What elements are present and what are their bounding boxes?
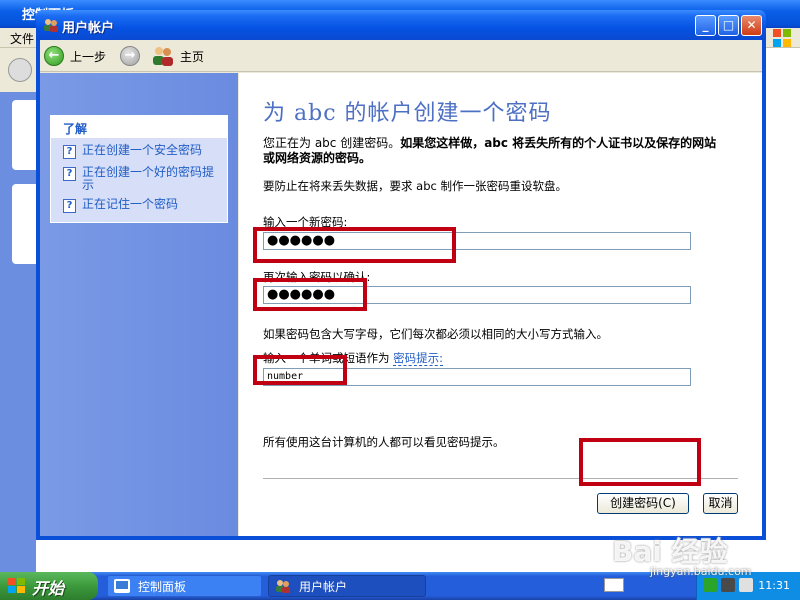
windows-logo-icon [8,578,25,593]
learn-link-label: 正在创建一个安全密码 [82,143,203,157]
help-icon: ? [63,199,76,213]
windows-logo-icon [773,29,791,47]
vm-icon[interactable] [721,578,735,592]
intro-text: 您正在为 abc 创建密码。如果您这样做，abc 将丢失所有的个人证书以及保存的… [263,136,723,166]
intro-prefix: 您正在为 abc 创建密码。 [263,136,401,150]
password-hint-link[interactable]: 密码提示: [393,351,444,366]
tray-icons [703,578,753,594]
control-panel-icon [114,579,130,593]
background-right-area [762,48,800,572]
window-titlebar[interactable]: 用户帐户 _ □ ✕ [36,10,766,40]
learn-link-label: 正在创建一个好的密码提示 [82,165,215,192]
taskbar-item-control-panel[interactable]: 控制面板 [107,575,262,597]
case-sensitivity-note: 如果密码包含大写字母，它们每次都必须以相同的大小写方式输入。 [263,327,608,341]
learn-link-good-hint[interactable]: ? 正在创建一个好的密码提示 [63,166,223,192]
task-pane: 了解 ? 正在创建一个安全密码 ? 正在创建一个好的密码提示 ? 正在记住一个密… [40,73,238,536]
home-button[interactable]: 主页 [152,45,204,67]
user-accounts-icon [44,19,58,32]
highlight-password-hint [253,355,347,385]
navigation-bar: ← 上一步 → 主页 [40,40,762,72]
create-password-button[interactable]: 创建密码(C) [597,493,689,514]
close-button[interactable]: ✕ [741,15,762,36]
forward-arrow-icon: → [120,46,140,66]
window-title: 用户帐户 [62,21,115,36]
background-task-card [12,184,38,264]
background-task-card [12,100,38,170]
learn-link-label: 正在记住一个密码 [82,197,179,211]
home-users-icon [153,47,173,66]
back-label: 上一步 [70,49,107,64]
watermark-logo: Bai 经验 [612,535,728,568]
highlight-new-password [253,227,456,263]
clock[interactable]: 11:31 [758,579,790,592]
taskbar-item-user-accounts[interactable]: 用户帐户 [268,575,426,597]
menu-file[interactable]: 文件 [10,30,34,47]
minimize-button[interactable]: _ [695,15,716,36]
back-button[interactable]: ← 上一步 [44,45,106,67]
forward-button[interactable]: → [120,45,140,67]
keyboard-icon[interactable] [604,578,624,592]
taskbar-item-label: 用户帐户 [299,579,348,594]
learn-link-secure-password[interactable]: ? 正在创建一个安全密码 [63,144,223,159]
maximize-icon: □ [722,18,735,32]
help-icon: ? [63,145,76,159]
home-label: 主页 [180,49,205,64]
page-title: 为 abc 的帐户创建一个密码 [263,101,552,126]
network-icon[interactable] [703,578,717,592]
help-icon: ? [63,167,76,181]
hint-visibility-note: 所有使用这台计算机的人都可以看见密码提示。 [263,435,505,449]
user-accounts-icon [276,580,290,593]
start-label: 开始 [32,579,65,598]
minimize-icon: _ [702,18,709,32]
volume-icon[interactable] [739,578,753,592]
cancel-button[interactable]: 取消 [703,493,738,514]
maximize-button[interactable]: □ [718,15,739,36]
background-back-button[interactable] [8,58,32,82]
start-button[interactable]: 开始 [0,572,98,600]
back-arrow-icon: ← [44,46,64,66]
close-icon: ✕ [746,18,757,32]
reset-disk-note: 要防止在将来丢失数据，要求 abc 制作一张密码重设软盘。 [263,179,567,193]
learn-about-header: 了解 [51,116,227,138]
watermark-url: jingyan.baidu.com [650,565,752,578]
learn-link-remember-password[interactable]: ? 正在记住一个密码 [63,198,223,213]
highlight-confirm-password [253,278,367,311]
highlight-create-button [579,438,701,486]
taskbar-item-label: 控制面板 [138,579,187,594]
learn-about-box: 了解 ? 正在创建一个安全密码 ? 正在创建一个好的密码提示 ? 正在记住一个密… [50,115,228,223]
